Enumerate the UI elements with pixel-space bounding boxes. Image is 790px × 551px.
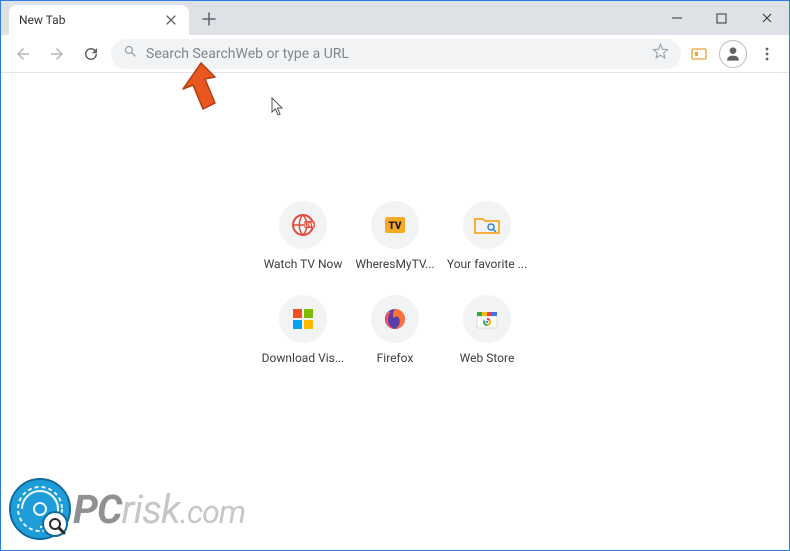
globe-live-icon: LIVE xyxy=(279,201,327,249)
shortcut-firefox[interactable]: Firefox xyxy=(351,295,439,365)
profile-button[interactable] xyxy=(719,40,747,68)
search-icon xyxy=(123,44,138,63)
window-controls xyxy=(654,1,789,35)
firefox-icon xyxy=(371,295,419,343)
reload-button[interactable] xyxy=(77,40,105,68)
new-tab-button[interactable] xyxy=(195,5,223,33)
tv-badge-icon: TV xyxy=(371,201,419,249)
shortcut-label: WheresMyTV... xyxy=(355,257,434,271)
folder-search-icon xyxy=(463,201,511,249)
star-icon[interactable] xyxy=(652,43,669,64)
cursor-icon xyxy=(271,97,285,121)
watermark-risk: risk xyxy=(121,486,179,533)
watermark-text: PCrisk.com xyxy=(73,486,245,533)
close-window-button[interactable] xyxy=(744,4,789,32)
shortcuts-grid: LIVE Watch TV Now TV WheresMyTV... Your … xyxy=(259,201,531,365)
menu-button[interactable] xyxy=(753,40,781,68)
shortcut-label: Download Vis... xyxy=(262,351,345,365)
watermark-pc: PC xyxy=(73,486,121,533)
shortcut-label: Your favorite ... xyxy=(447,257,527,271)
window-titlebar: New Tab xyxy=(1,1,789,35)
close-icon[interactable] xyxy=(163,12,179,28)
shortcut-web-store[interactable]: Web Store xyxy=(443,295,531,365)
maximize-button[interactable] xyxy=(699,4,744,32)
watermark-logo-icon xyxy=(7,476,73,542)
shortcut-download-vis[interactable]: Download Vis... xyxy=(259,295,347,365)
watermark-com: .com xyxy=(180,493,245,531)
tab-new-tab[interactable]: New Tab xyxy=(9,5,189,35)
back-button[interactable] xyxy=(9,40,37,68)
shortcut-wheresmytv[interactable]: TV WheresMyTV... xyxy=(351,201,439,271)
shortcut-your-favorite[interactable]: Your favorite ... xyxy=(443,201,531,271)
shortcut-label: Watch TV Now xyxy=(264,257,343,271)
webstore-icon xyxy=(463,295,511,343)
tab-strip: New Tab xyxy=(1,1,223,35)
extension-icon[interactable] xyxy=(687,42,711,66)
shortcut-watch-tv-now[interactable]: LIVE Watch TV Now xyxy=(259,201,347,271)
omnibox-actions xyxy=(652,43,669,64)
arrow-annotation-icon xyxy=(165,59,225,123)
tab-title: New Tab xyxy=(19,13,65,27)
svg-text:TV: TV xyxy=(389,221,402,232)
forward-button[interactable] xyxy=(43,40,71,68)
svg-text:LIVE: LIVE xyxy=(304,223,314,229)
minimize-button[interactable] xyxy=(654,4,699,32)
toolbar xyxy=(1,35,789,73)
watermark: PCrisk.com xyxy=(7,476,245,542)
shortcut-label: Web Store xyxy=(460,351,515,365)
ms-panes-icon xyxy=(279,295,327,343)
shortcut-label: Firefox xyxy=(377,351,414,365)
